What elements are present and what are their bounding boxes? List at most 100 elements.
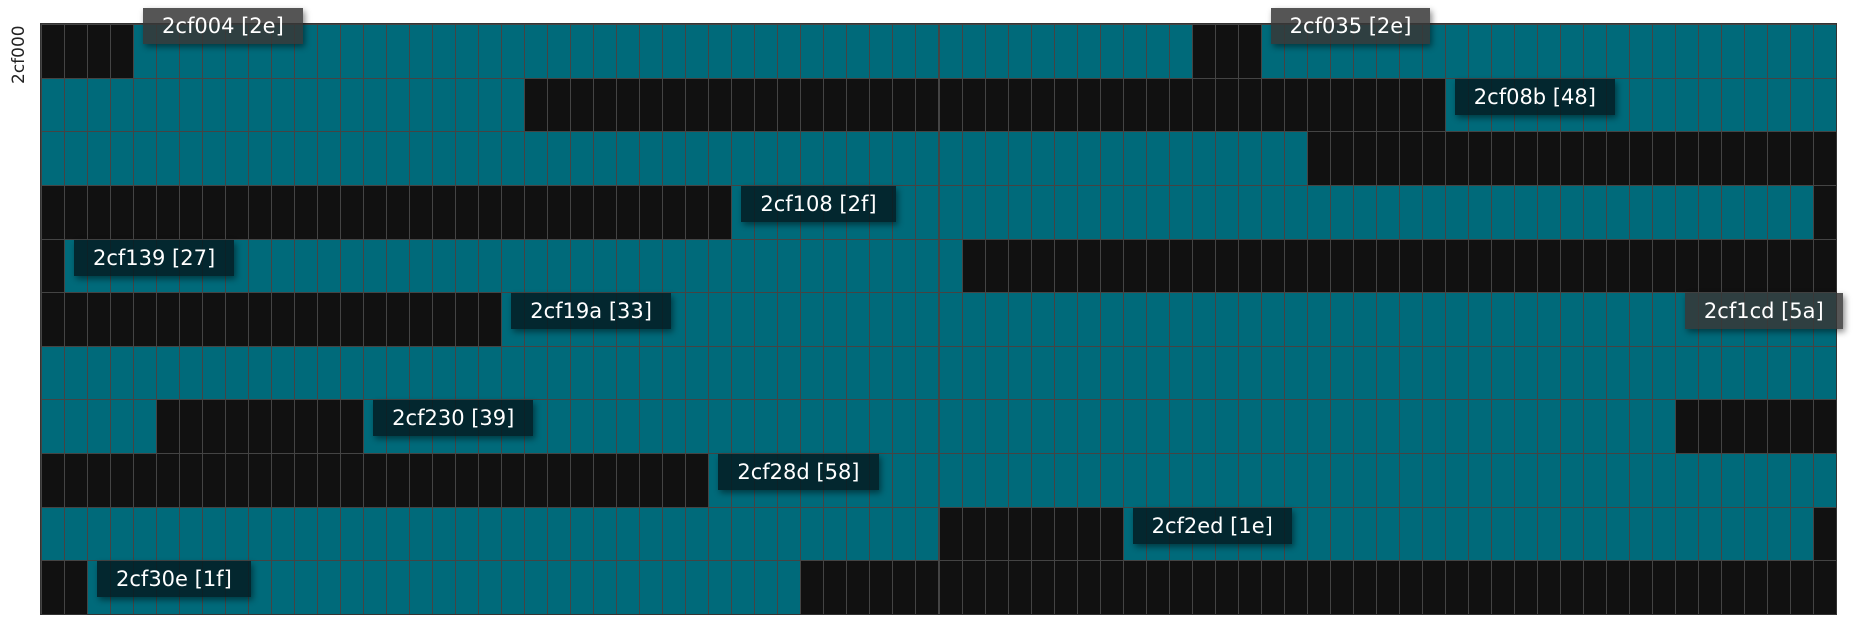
free-cell[interactable] xyxy=(686,400,709,454)
allocated-cell[interactable] xyxy=(939,78,962,132)
allocated-cell[interactable] xyxy=(1652,561,1675,614)
allocated-cell[interactable] xyxy=(1560,561,1583,614)
free-cell[interactable] xyxy=(571,346,594,400)
free-cell[interactable] xyxy=(548,132,571,185)
free-cell[interactable] xyxy=(594,507,617,561)
free-cell[interactable] xyxy=(65,507,87,561)
allocated-cell[interactable] xyxy=(249,185,272,239)
allocated-cell[interactable] xyxy=(1813,561,1836,614)
allocated-cell[interactable] xyxy=(203,293,226,346)
free-cell[interactable] xyxy=(1100,293,1123,346)
allocated-cell[interactable] xyxy=(42,25,64,78)
free-cell[interactable] xyxy=(686,239,709,293)
free-cell[interactable] xyxy=(157,507,180,561)
free-cell[interactable] xyxy=(1445,346,1468,400)
free-cell[interactable] xyxy=(1560,507,1583,561)
free-cell[interactable] xyxy=(755,400,778,454)
free-cell[interactable] xyxy=(1514,400,1537,454)
allocated-cell[interactable] xyxy=(65,293,87,346)
allocated-cell[interactable] xyxy=(1813,400,1836,454)
free-cell[interactable] xyxy=(249,507,272,561)
allocated-cell[interactable] xyxy=(1238,25,1261,78)
free-cell[interactable] xyxy=(686,561,709,614)
allocated-cell[interactable] xyxy=(1445,132,1468,185)
free-cell[interactable] xyxy=(548,239,571,293)
free-cell[interactable] xyxy=(295,507,318,561)
free-cell[interactable] xyxy=(1422,293,1445,346)
free-cell[interactable] xyxy=(640,25,663,78)
allocated-cell[interactable] xyxy=(1790,400,1813,454)
free-cell[interactable] xyxy=(1652,185,1675,239)
free-cell[interactable] xyxy=(1445,454,1468,507)
free-cell[interactable] xyxy=(962,132,985,185)
free-cell[interactable] xyxy=(1445,400,1468,454)
free-cell[interactable] xyxy=(1123,132,1146,185)
allocated-cell[interactable] xyxy=(1008,239,1031,293)
free-cell[interactable] xyxy=(1238,293,1261,346)
free-cell[interactable] xyxy=(1468,346,1491,400)
allocated-cell[interactable] xyxy=(111,185,134,239)
allocated-cell[interactable] xyxy=(1192,25,1215,78)
allocated-cell[interactable] xyxy=(1330,78,1353,132)
allocated-cell[interactable] xyxy=(433,185,456,239)
free-cell[interactable] xyxy=(318,507,341,561)
free-cell[interactable] xyxy=(410,78,433,132)
allocated-cell[interactable] xyxy=(1146,561,1169,614)
allocated-cell[interactable] xyxy=(1744,132,1767,185)
free-cell[interactable] xyxy=(1652,25,1675,78)
free-cell[interactable] xyxy=(939,400,962,454)
free-cell[interactable] xyxy=(364,346,387,400)
free-cell[interactable] xyxy=(1675,25,1698,78)
free-cell[interactable] xyxy=(1583,25,1606,78)
allocated-cell[interactable] xyxy=(1422,239,1445,293)
allocated-cell[interactable] xyxy=(755,78,778,132)
free-cell[interactable] xyxy=(1261,132,1284,185)
free-cell[interactable] xyxy=(387,561,410,614)
allocated-cell[interactable] xyxy=(1767,561,1790,614)
free-cell[interactable] xyxy=(755,346,778,400)
free-cell[interactable] xyxy=(1146,293,1169,346)
free-cell[interactable] xyxy=(1629,293,1652,346)
free-cell[interactable] xyxy=(1054,132,1077,185)
allocated-cell[interactable] xyxy=(364,293,387,346)
allocated-cell[interactable] xyxy=(203,185,226,239)
free-cell[interactable] xyxy=(42,132,64,185)
free-cell[interactable] xyxy=(1583,507,1606,561)
free-cell[interactable] xyxy=(1077,400,1100,454)
allocated-cell[interactable] xyxy=(65,185,87,239)
allocated-cell[interactable] xyxy=(272,293,295,346)
allocated-cell[interactable] xyxy=(1376,132,1399,185)
allocated-cell[interactable] xyxy=(801,561,824,614)
free-cell[interactable] xyxy=(1399,507,1422,561)
free-cell[interactable] xyxy=(939,239,962,293)
free-cell[interactable] xyxy=(387,239,410,293)
allocated-cell[interactable] xyxy=(1606,132,1629,185)
allocated-cell[interactable] xyxy=(1008,78,1031,132)
allocated-cell[interactable] xyxy=(479,293,502,346)
free-cell[interactable] xyxy=(732,25,755,78)
allocated-cell[interactable] xyxy=(42,239,64,293)
allocated-cell[interactable] xyxy=(1100,561,1123,614)
free-cell[interactable] xyxy=(778,561,801,614)
allocated-cell[interactable] xyxy=(1813,239,1836,293)
free-cell[interactable] xyxy=(893,346,916,400)
free-cell[interactable] xyxy=(1514,185,1537,239)
allocated-cell[interactable] xyxy=(571,185,594,239)
allocated-cell[interactable] xyxy=(939,507,962,561)
allocated-cell[interactable] xyxy=(387,185,410,239)
allocated-cell[interactable] xyxy=(1215,561,1238,614)
allocated-cell[interactable] xyxy=(1353,132,1376,185)
allocated-cell[interactable] xyxy=(1100,507,1123,561)
allocated-cell[interactable] xyxy=(1284,78,1307,132)
allocated-cell[interactable] xyxy=(1583,561,1606,614)
free-cell[interactable] xyxy=(1491,25,1514,78)
free-cell[interactable] xyxy=(1744,346,1767,400)
free-cell[interactable] xyxy=(686,507,709,561)
free-cell[interactable] xyxy=(847,293,870,346)
allocated-cell[interactable] xyxy=(686,454,709,507)
free-cell[interactable] xyxy=(525,132,548,185)
free-cell[interactable] xyxy=(847,239,870,293)
allocated-cell[interactable] xyxy=(1031,561,1054,614)
allocated-cell[interactable] xyxy=(157,454,180,507)
free-cell[interactable] xyxy=(203,132,226,185)
